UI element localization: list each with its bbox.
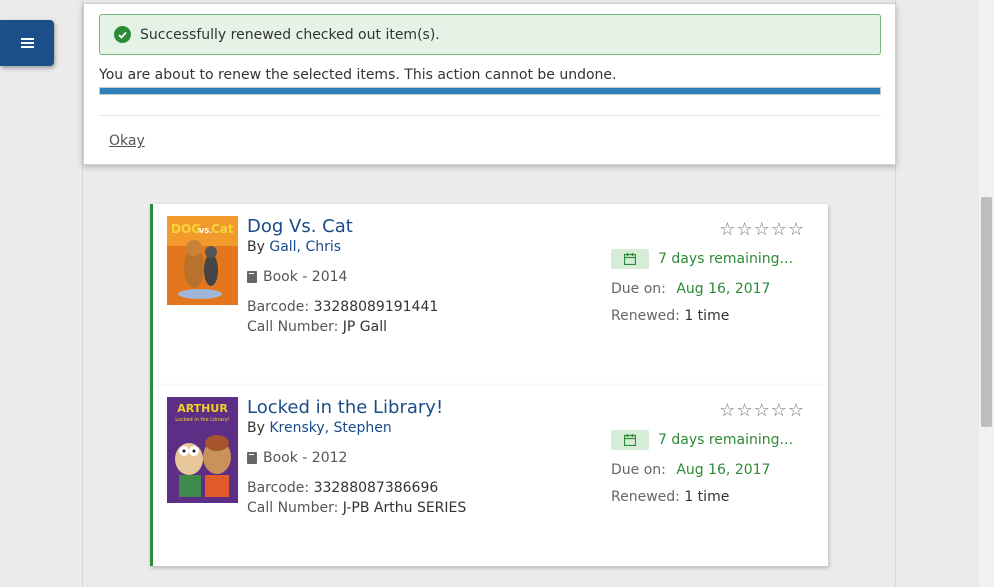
due-date-field: Due on: Aug 16, 2017	[611, 462, 770, 478]
due-date-value: Aug 16, 2017	[676, 462, 771, 478]
renew-warning-text: You are about to renew the selected item…	[99, 67, 617, 83]
item-byline: By Gall, Chris	[247, 239, 341, 255]
star-rating[interactable]: ☆ ☆ ☆ ☆ ☆	[719, 221, 804, 239]
days-remaining: 7 days remaining...	[611, 249, 793, 269]
star-icon[interactable]: ☆	[719, 221, 735, 239]
barcode-field: Barcode: 33288087386696	[247, 480, 438, 496]
barcode-label: Barcode:	[247, 299, 310, 315]
item-title-link[interactable]: Dog Vs. Cat	[247, 216, 353, 237]
cover-text-subtitle: Locked in the Library!	[175, 417, 230, 423]
calendar-icon	[611, 430, 649, 450]
author-link[interactable]: Krensky, Stephen	[269, 420, 391, 436]
renewed-value: 1 time	[684, 489, 730, 505]
due-date-field: Due on: Aug 16, 2017	[611, 281, 770, 297]
call-number-field: Call Number: JP Gall	[247, 319, 387, 335]
renew-progress-bar	[99, 87, 881, 95]
renewed-value: 1 time	[684, 308, 730, 324]
renewed-label: Renewed:	[611, 308, 680, 324]
by-prefix: By	[247, 239, 265, 255]
star-icon[interactable]: ☆	[788, 402, 804, 420]
modal-divider	[99, 115, 881, 116]
star-icon[interactable]: ☆	[736, 221, 752, 239]
barcode-field: Barcode: 33288089191441	[247, 299, 438, 315]
star-icon[interactable]: ☆	[754, 402, 770, 420]
calendar-icon	[611, 249, 649, 269]
menu-toggle-button[interactable]	[0, 20, 54, 66]
star-icon[interactable]: ☆	[754, 221, 770, 239]
renewed-field: Renewed: 1 time	[611, 489, 729, 505]
checkout-item: ARTHUR Locked in the Library! Locked in …	[150, 385, 828, 566]
book-icon	[247, 271, 257, 283]
item-title-link[interactable]: Locked in the Library!	[247, 397, 443, 418]
format-text: Book - 2012	[263, 450, 348, 466]
star-icon[interactable]: ☆	[771, 221, 787, 239]
barcode-value: 33288087386696	[313, 480, 439, 496]
call-number-value: JP Gall	[342, 319, 387, 335]
due-label: Due on:	[611, 281, 666, 297]
call-number-label: Call Number:	[247, 500, 339, 516]
barcode-label: Barcode:	[247, 480, 310, 496]
star-icon[interactable]: ☆	[719, 402, 735, 420]
star-icon[interactable]: ☆	[788, 221, 804, 239]
scrollbar-thumb[interactable]	[981, 197, 992, 427]
item-format: Book - 2014	[247, 269, 347, 285]
check-circle-icon	[114, 26, 131, 43]
checkout-item: DOG VS. Cat Dog Vs. Cat By Gall, Chris B…	[150, 204, 828, 385]
call-number-value: J-PB Arthu SERIES	[342, 500, 467, 516]
okay-button[interactable]: Okay	[109, 133, 145, 149]
call-number-field: Call Number: J-PB Arthu SERIES	[247, 500, 466, 516]
renewed-label: Renewed:	[611, 489, 680, 505]
book-icon	[247, 452, 257, 464]
cover-text-dog: DOG	[171, 222, 201, 236]
item-byline: By Krensky, Stephen	[247, 420, 392, 436]
cover-text-cat: Cat	[211, 222, 234, 236]
due-date-value: Aug 16, 2017	[676, 281, 771, 297]
item-format: Book - 2012	[247, 450, 347, 466]
star-rating[interactable]: ☆ ☆ ☆ ☆ ☆	[719, 402, 804, 420]
success-alert-text: Successfully renewed checked out item(s)…	[140, 26, 440, 43]
author-link[interactable]: Gall, Chris	[269, 239, 341, 255]
vertical-scrollbar[interactable]	[979, 0, 994, 587]
renew-progress-fill	[100, 88, 880, 94]
book-cover-image[interactable]: ARTHUR Locked in the Library!	[167, 397, 238, 507]
due-label: Due on:	[611, 462, 666, 478]
cover-text-series: ARTHUR	[177, 402, 228, 415]
days-remaining-text: 7 days remaining...	[658, 251, 793, 267]
star-icon[interactable]: ☆	[771, 402, 787, 420]
renewed-field: Renewed: 1 time	[611, 308, 729, 324]
success-alert: Successfully renewed checked out item(s)…	[99, 14, 881, 55]
by-prefix: By	[247, 420, 265, 436]
format-text: Book - 2014	[263, 269, 348, 285]
call-number-label: Call Number:	[247, 319, 339, 335]
hamburger-icon	[20, 36, 34, 50]
barcode-value: 33288089191441	[313, 299, 439, 315]
renew-modal: Successfully renewed checked out item(s)…	[83, 3, 896, 165]
days-remaining-text: 7 days remaining...	[658, 432, 793, 448]
days-remaining: 7 days remaining...	[611, 430, 793, 450]
star-icon[interactable]: ☆	[736, 402, 752, 420]
book-cover-image[interactable]: DOG VS. Cat	[167, 216, 238, 309]
